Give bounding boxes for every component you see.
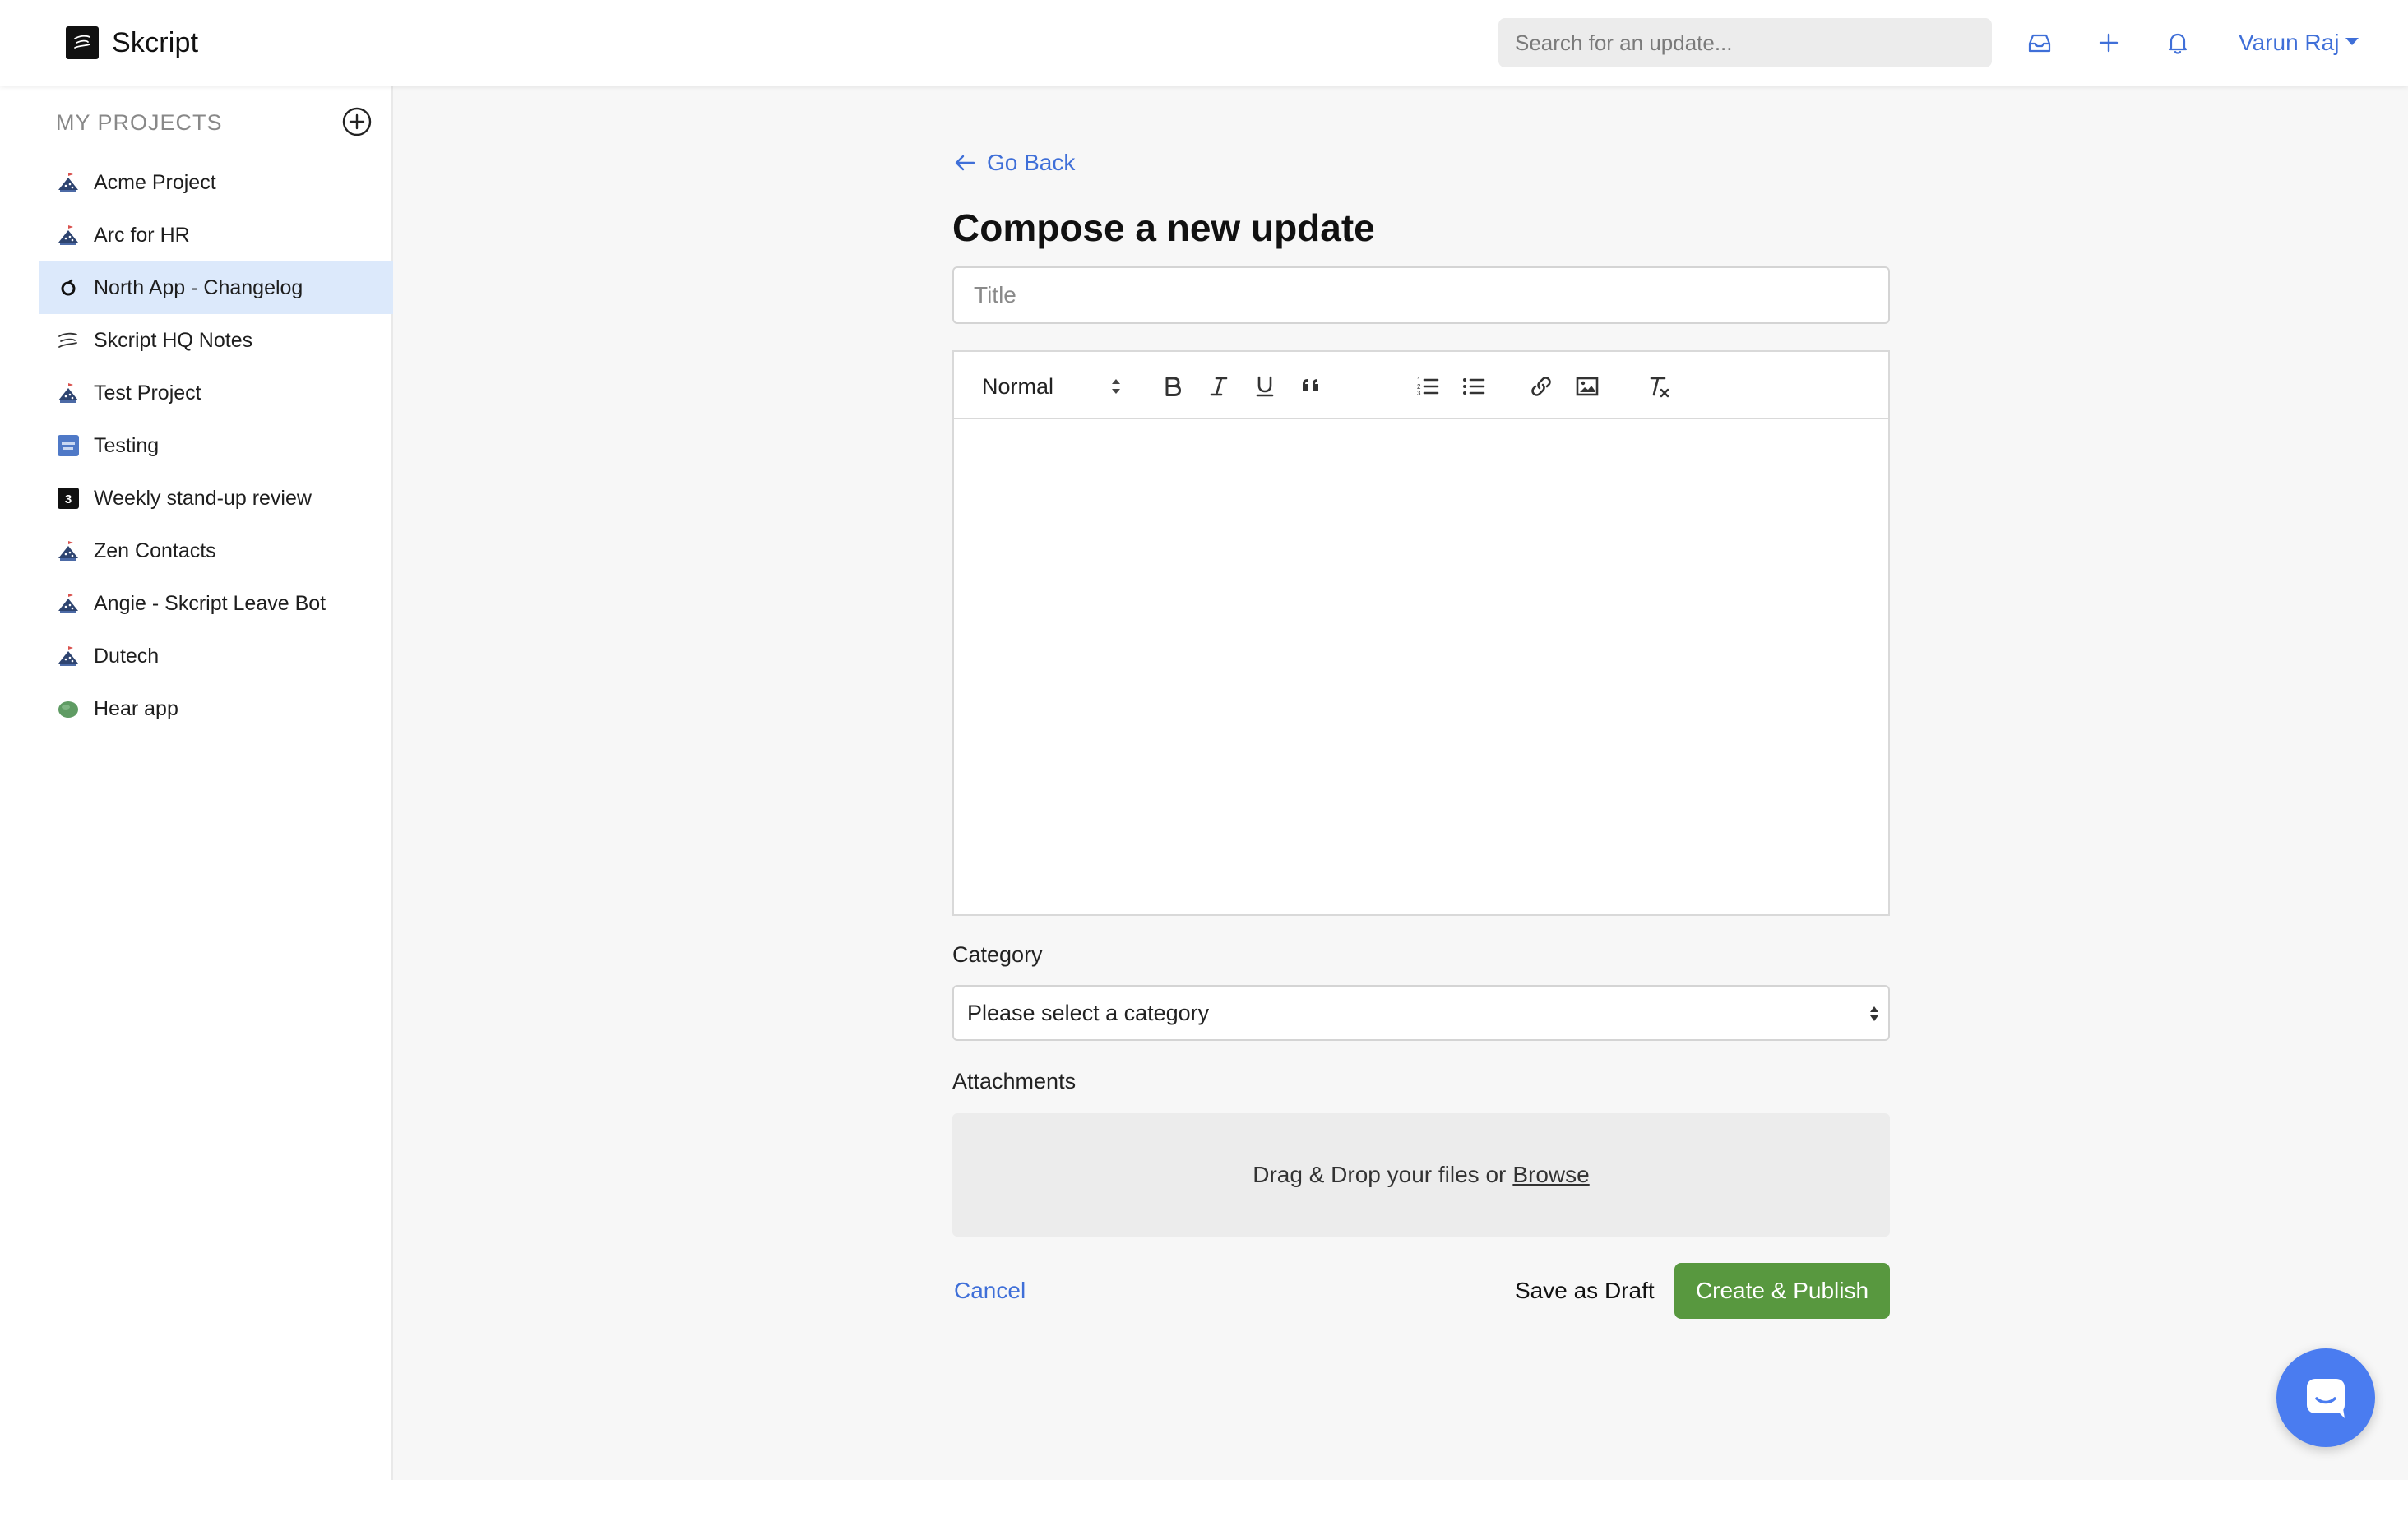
top-bar: Skcript Varun Raj <box>0 0 2408 86</box>
add-project-icon[interactable] <box>340 105 373 138</box>
sidebar-item-label: Dutech <box>94 644 160 668</box>
project-hat-icon <box>56 591 81 616</box>
italic-button[interactable] <box>1202 370 1235 403</box>
north-logo-icon <box>56 275 81 300</box>
sidebar-item-angie-skcript-leave-bot[interactable]: Angie - Skcript Leave Bot <box>39 577 393 630</box>
brand-name: Skcript <box>112 26 199 58</box>
bell-icon[interactable] <box>2161 26 2194 59</box>
project-hat-icon <box>56 539 81 563</box>
sidebar-item-acme-project[interactable]: Acme Project <box>39 156 393 209</box>
sidebar-item-label: Weekly stand-up review <box>94 486 312 510</box>
ordered-list-button[interactable]: 1 2 3 <box>1411 370 1444 403</box>
sort-arrows-icon <box>1870 1006 1878 1021</box>
editor-toolbar: Normal 1 2 3 <box>954 352 1888 419</box>
format-select-value: Normal <box>982 373 1054 399</box>
user-menu[interactable]: Varun Raj <box>2239 26 2359 59</box>
number-three-icon: 3 <box>56 486 81 511</box>
blockquote-button[interactable] <box>1294 370 1327 403</box>
project-hat-icon <box>56 381 81 405</box>
go-back-link[interactable]: Go Back <box>952 150 1075 176</box>
sidebar-item-dutech[interactable]: Dutech <box>39 630 393 682</box>
clear-format-button[interactable] <box>1642 370 1674 403</box>
testing-thumbnail-icon <box>56 433 81 458</box>
plus-icon[interactable] <box>2092 26 2125 59</box>
brand[interactable]: Skcript <box>66 26 198 59</box>
create-publish-button[interactable]: Create & Publish <box>1674 1263 1890 1319</box>
chevron-down-icon <box>2345 37 2359 45</box>
skcript-logo-icon <box>56 328 81 353</box>
category-select[interactable]: Please select a category <box>952 985 1890 1041</box>
sidebar-item-label: Zen Contacts <box>94 539 216 562</box>
user-name: Varun Raj <box>2239 30 2340 55</box>
bold-icon <box>1165 377 1181 396</box>
go-back-label: Go Back <box>987 150 1076 175</box>
sidebar-item-arc-for-hr[interactable]: Arc for HR <box>39 209 393 261</box>
sidebar-item-skcript-hq-notes[interactable]: Skcript HQ Notes <box>39 314 393 367</box>
format-select[interactable]: Normal <box>982 370 1122 403</box>
project-hat-icon <box>56 223 81 247</box>
svg-text:3: 3 <box>1417 390 1421 397</box>
inbox-icon[interactable] <box>2023 26 2056 59</box>
project-hat-icon <box>56 644 81 668</box>
clear-format-icon <box>1650 377 1669 398</box>
green-blob-icon <box>56 696 81 721</box>
skcript-logo-icon <box>66 26 99 59</box>
sidebar-item-weekly-stand-up-review[interactable]: 3 Weekly stand-up review <box>39 472 393 525</box>
arrow-left-icon <box>955 155 975 171</box>
bold-button[interactable] <box>1156 370 1189 403</box>
sidebar-item-zen-contacts[interactable]: Zen Contacts <box>39 525 393 577</box>
rich-text-editor: Normal 1 2 3 <box>952 350 1890 916</box>
svg-text:3: 3 <box>65 492 72 506</box>
image-icon <box>1576 377 1599 396</box>
project-hat-icon <box>56 170 81 195</box>
title-input[interactable] <box>952 266 1890 324</box>
italic-icon <box>1210 377 1228 396</box>
chat-widget-button[interactable] <box>2276 1348 2375 1447</box>
bottom-strip <box>0 1480 2408 1526</box>
search-input[interactable] <box>1498 18 1992 67</box>
cancel-button[interactable]: Cancel <box>954 1278 1026 1304</box>
browse-link[interactable]: Browse <box>1512 1162 1589 1188</box>
sidebar-item-label: Test Project <box>94 381 201 405</box>
sidebar-item-label: Arc for HR <box>94 223 190 247</box>
editor-body[interactable] <box>954 419 1888 914</box>
sidebar-item-testing[interactable]: Testing <box>39 419 393 472</box>
attachments-label: Attachments <box>952 1069 1077 1094</box>
main-area: Go Back Compose a new update Normal <box>393 86 2408 1480</box>
category-label: Category <box>952 942 1043 967</box>
sidebar-item-label: North App - Changelog <box>94 275 303 299</box>
sidebar-item-label: Hear app <box>94 696 178 720</box>
ordered-list-icon: 1 2 3 <box>1417 377 1439 397</box>
bullet-list-button[interactable] <box>1457 370 1490 403</box>
category-select-value: Please select a category <box>967 1000 1210 1025</box>
page-title: Compose a new update <box>952 206 1375 249</box>
sidebar: MY PROJECTS Acme Project Arc for HR Nort… <box>39 86 393 1480</box>
sidebar-item-hear-app[interactable]: Hear app <box>39 682 393 735</box>
link-icon <box>1531 377 1551 396</box>
sidebar-item-test-project[interactable]: Test Project <box>39 367 393 419</box>
file-dropzone[interactable]: Drag & Drop your files or Browse <box>952 1113 1890 1237</box>
save-draft-button[interactable]: Save as Draft <box>1515 1278 1655 1304</box>
dropzone-text: Drag & Drop your files or <box>1253 1162 1507 1187</box>
image-button[interactable] <box>1571 370 1604 403</box>
quote-icon <box>1303 379 1318 391</box>
bullet-list-icon <box>1463 378 1485 395</box>
sidebar-item-label: Skcript HQ Notes <box>94 328 253 352</box>
underline-button[interactable] <box>1248 370 1281 403</box>
sidebar-item-label: Acme Project <box>94 170 216 194</box>
sidebar-item-north-app-changelog[interactable]: North App - Changelog <box>39 261 393 314</box>
sidebar-item-label: Angie - Skcript Leave Bot <box>94 591 326 615</box>
sidebar-item-label: Testing <box>94 433 160 457</box>
underline-icon <box>1256 376 1274 397</box>
project-list: Acme Project Arc for HR North App - Chan… <box>39 156 393 735</box>
sidebar-header: MY PROJECTS <box>56 110 223 135</box>
sort-arrows-icon <box>1112 379 1120 394</box>
chat-icon <box>2307 1379 2345 1418</box>
link-button[interactable] <box>1525 370 1558 403</box>
